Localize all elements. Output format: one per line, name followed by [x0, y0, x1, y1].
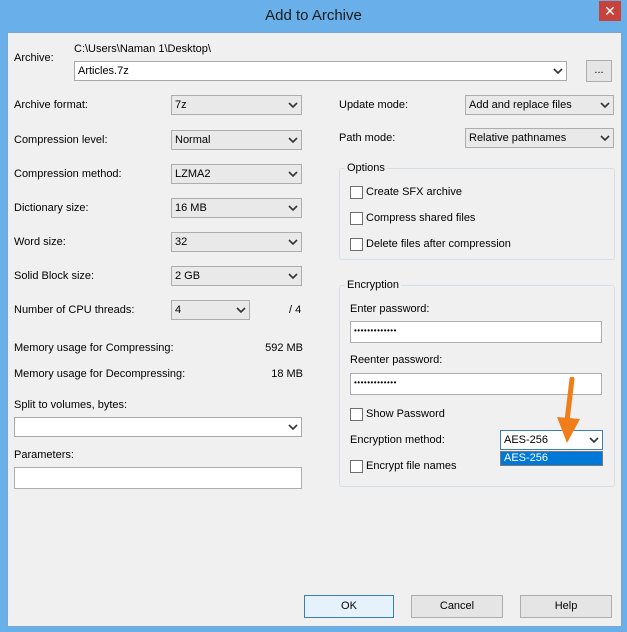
encryption-method-label: Encryption method: [350, 434, 445, 446]
path-mode-select[interactable]: Relative pathnames [465, 128, 614, 148]
show-password-checkbox[interactable] [350, 408, 363, 421]
encryption-method-select[interactable]: AES-256 [500, 430, 603, 450]
reenter-password-value: ••••••••••••• [354, 378, 397, 387]
chevron-down-icon [288, 273, 298, 280]
encryption-method-value: AES-256 [504, 434, 549, 446]
browse-button[interactable]: ... [586, 60, 612, 82]
chevron-down-icon [288, 102, 298, 109]
encryption-method-option-label: AES-256 [504, 452, 549, 464]
dictionary-size-value: 16 MB [175, 202, 207, 214]
title-bar: Add to Archive ✕ [0, 0, 627, 32]
compression-method-select[interactable]: LZMA2 [171, 164, 302, 184]
cpu-threads-select[interactable]: 4 [171, 300, 250, 320]
chevron-down-icon [288, 205, 298, 212]
ok-button[interactable]: OK [304, 595, 394, 618]
archive-format-value: 7z [175, 99, 187, 111]
update-mode-label: Update mode: [339, 99, 409, 111]
archive-format-select[interactable]: 7z [171, 95, 302, 115]
path-mode-label: Path mode: [339, 132, 396, 144]
archive-format-label: Archive format: [14, 99, 88, 111]
dictionary-size-label: Dictionary size: [14, 202, 89, 214]
parameters-input[interactable] [14, 467, 302, 489]
mem-decompress-label: Memory usage for Decompressing: [14, 368, 186, 380]
compression-method-value: LZMA2 [175, 168, 211, 180]
enter-password-value: ••••••••••••• [354, 326, 397, 335]
create-sfx-label[interactable]: Create SFX archive [366, 186, 462, 198]
update-mode-value: Add and replace files [469, 99, 572, 111]
show-password-label[interactable]: Show Password [366, 408, 445, 420]
dictionary-size-select[interactable]: 16 MB [171, 198, 302, 218]
chevron-down-icon [600, 135, 610, 142]
close-button[interactable]: ✕ [599, 1, 621, 21]
reenter-password-label: Reenter password: [350, 354, 443, 366]
add-to-archive-window: Add to Archive ✕ Archive: C:\Users\Naman… [0, 0, 627, 632]
archive-path: C:\Users\Naman 1\Desktop\ [74, 43, 211, 55]
split-volumes-label: Split to volumes, bytes: [14, 399, 128, 411]
chevron-down-icon [589, 437, 599, 444]
word-size-label: Word size: [14, 236, 66, 248]
archive-label: Archive: [14, 52, 54, 64]
mem-compress-label: Memory usage for Compressing: [14, 342, 174, 354]
compression-level-label: Compression level: [14, 134, 108, 146]
enter-password-label: Enter password: [350, 303, 430, 315]
chevron-down-icon [288, 424, 298, 431]
cpu-threads-total: / 4 [289, 304, 302, 316]
enter-password-input[interactable]: ••••••••••••• [350, 321, 602, 343]
compress-shared-checkbox[interactable] [350, 212, 363, 225]
split-volumes-combo[interactable] [14, 417, 302, 437]
compress-shared-label[interactable]: Compress shared files [366, 212, 475, 224]
compression-method-label: Compression method: [14, 168, 122, 180]
encrypt-names-checkbox[interactable] [350, 460, 363, 473]
delete-after-label[interactable]: Delete files after compression [366, 238, 511, 250]
chevron-down-icon [600, 102, 610, 109]
window-title: Add to Archive [265, 7, 362, 24]
solid-block-label: Solid Block size: [14, 270, 95, 282]
cancel-button[interactable]: Cancel [411, 595, 503, 618]
chevron-down-icon [553, 68, 563, 75]
mem-decompress-value: 18 MB [271, 368, 303, 380]
options-group-title: Options [345, 162, 387, 174]
encryption-method-option[interactable]: AES-256 [501, 452, 602, 465]
help-button[interactable]: Help [520, 595, 612, 618]
compression-level-select[interactable]: Normal [171, 130, 302, 150]
chevron-down-icon [288, 137, 298, 144]
encrypt-names-label[interactable]: Encrypt file names [366, 460, 456, 472]
annotation-arrow-icon [557, 377, 580, 443]
chevron-down-icon [236, 307, 246, 314]
encryption-method-dropdown: AES-256 [500, 451, 603, 466]
cpu-threads-label: Number of CPU threads: [14, 304, 135, 316]
solid-block-value: 2 GB [175, 270, 201, 282]
word-size-select[interactable]: 32 [171, 232, 302, 252]
cpu-threads-value: 4 [175, 304, 182, 316]
dialog-body: Archive: C:\Users\Naman 1\Desktop\ Artic… [7, 32, 622, 627]
compression-level-value: Normal [175, 134, 211, 146]
encryption-group-title: Encryption [345, 279, 401, 291]
update-mode-select[interactable]: Add and replace files [465, 95, 614, 115]
archive-name-value: Articles.7z [78, 65, 129, 77]
archive-name-combo[interactable]: Articles.7z [74, 61, 567, 81]
mem-compress-value: 592 MB [265, 342, 303, 354]
word-size-value: 32 [175, 236, 188, 248]
chevron-down-icon [288, 171, 298, 178]
path-mode-value: Relative pathnames [469, 132, 567, 144]
parameters-label: Parameters: [14, 449, 74, 461]
create-sfx-checkbox[interactable] [350, 186, 363, 199]
chevron-down-icon [288, 239, 298, 246]
delete-after-checkbox[interactable] [350, 238, 363, 251]
solid-block-select[interactable]: 2 GB [171, 266, 302, 286]
